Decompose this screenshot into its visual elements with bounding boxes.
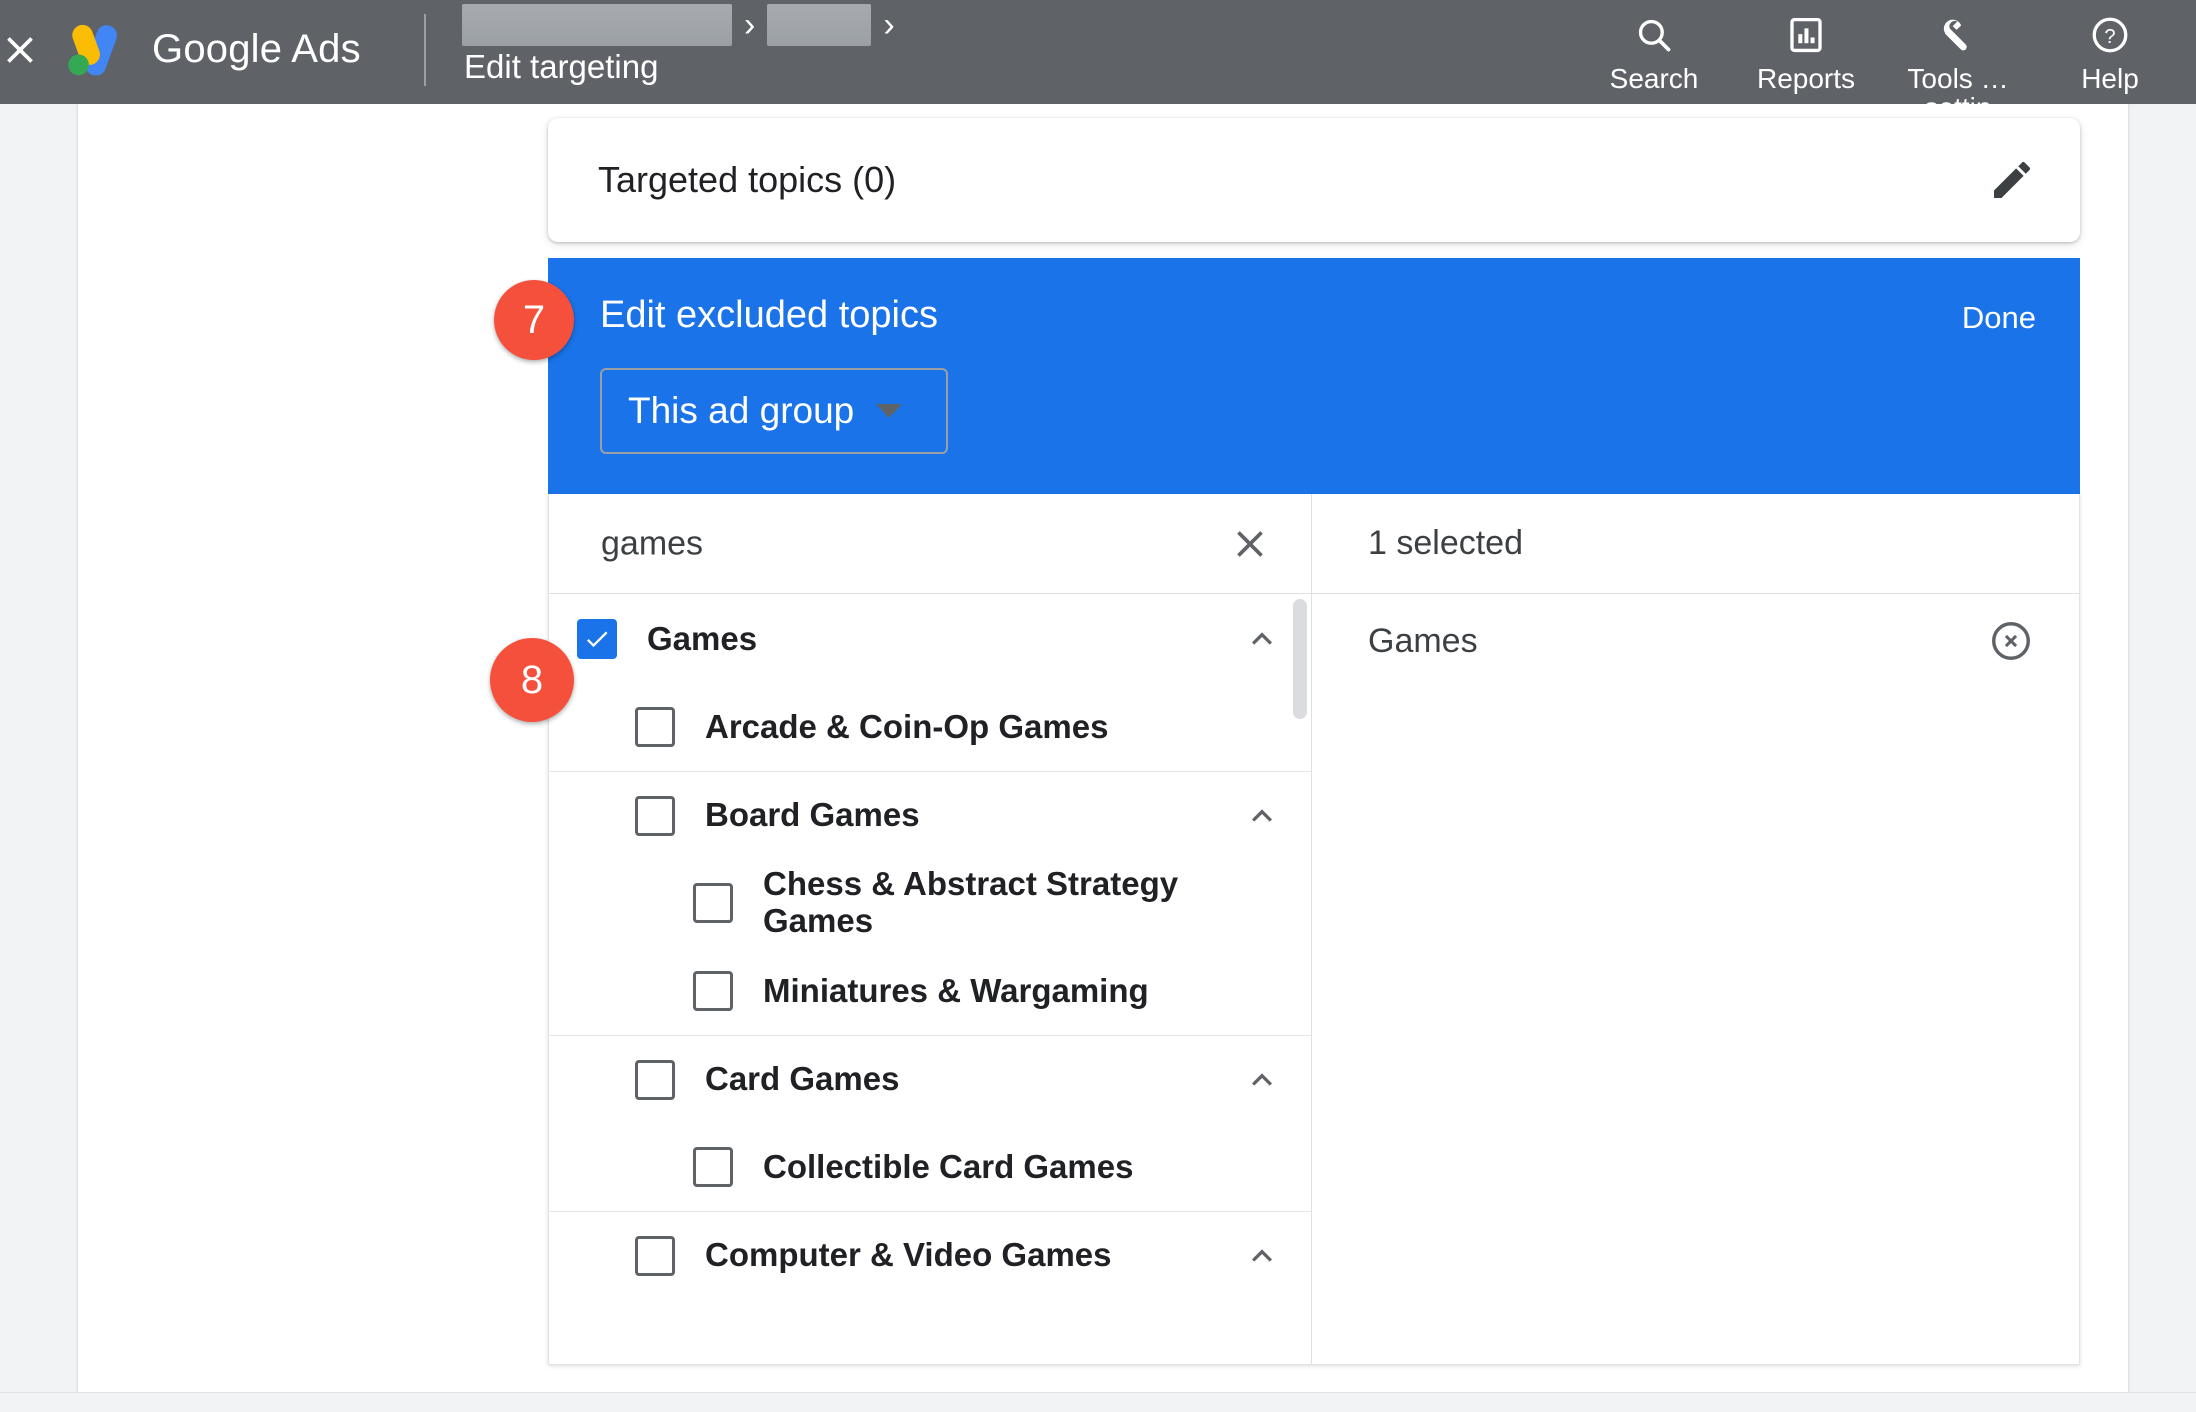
checkbox-icon[interactable]	[693, 971, 733, 1011]
brand-title: Google Ads	[152, 27, 361, 72]
tree-row-label: Computer & Video Games	[705, 1236, 1112, 1274]
selected-topics-list: Games	[1312, 595, 2079, 1365]
bottom-gutter	[0, 1392, 2196, 1412]
tools-wrench-icon	[1937, 12, 1979, 58]
chevron-up-icon[interactable]	[1239, 793, 1285, 839]
tree-row-collectible-card-games[interactable]: Collectible Card Games	[549, 1123, 1311, 1211]
search-input[interactable]: games	[601, 524, 703, 563]
targeted-topics-card: Targeted topics (0)	[548, 118, 2080, 242]
topic-tree: Games Arcade & Coin-Op Games Board Games	[549, 595, 1311, 1365]
tree-row-arcade-coin-op-games[interactable]: Arcade & Coin-Op Games	[549, 683, 1311, 771]
search-icon	[1633, 12, 1675, 58]
chevron-up-icon[interactable]	[1239, 1057, 1285, 1103]
breadcrumb-account-redacted[interactable]	[462, 4, 732, 46]
header-divider	[424, 14, 426, 86]
banner-title: Edit excluded topics	[600, 294, 938, 336]
tree-row-miniatures-wargaming[interactable]: Miniatures & Wargaming	[549, 947, 1311, 1035]
checkbox-checked-icon[interactable]	[577, 619, 617, 659]
breadcrumb-campaign-redacted[interactable]	[767, 4, 872, 46]
reports-bar-chart-icon	[1785, 12, 1827, 58]
pencil-edit-icon[interactable]	[1986, 154, 2038, 206]
edit-excluded-topics-banner: Edit excluded topics Done This ad group	[548, 258, 2080, 494]
targeted-topics-title: Targeted topics (0)	[598, 159, 897, 200]
header-action-label: Tools …	[1907, 63, 2009, 94]
breadcrumb-separator-1: ›	[744, 6, 756, 44]
checkbox-icon[interactable]	[635, 1059, 675, 1100]
brand-ads: Ads	[291, 27, 361, 71]
checkbox-icon[interactable]	[635, 1235, 675, 1276]
tree-row-games[interactable]: Games	[549, 595, 1311, 683]
list-item: Games	[1312, 595, 2079, 687]
scope-selector-label: This ad group	[628, 390, 855, 431]
tree-row-label: Arcade & Coin-Op Games	[705, 707, 1109, 745]
header-action-label-line2: settin	[1925, 93, 1992, 104]
tree-row-label: Board Games	[705, 796, 920, 834]
tree-row-label: Chess & Abstract Strategy Games	[763, 865, 1179, 939]
tree-row-label: Collectible Card Games	[763, 1147, 1134, 1185]
tree-row-label: Card Games	[705, 1060, 900, 1098]
checkbox-icon[interactable]	[635, 795, 675, 836]
google-ads-logo[interactable]	[60, 16, 126, 82]
header-actions: Search Reports Tools … ? Help	[1578, 6, 2186, 104]
header-action-label: Reports	[1756, 63, 1856, 94]
checkbox-icon[interactable]	[635, 707, 675, 747]
tree-scrollbar[interactable]	[1293, 599, 1307, 1359]
page-subtitle: Edit targeting	[464, 48, 659, 85]
brand-google: Google	[152, 27, 283, 71]
selected-topic-label: Games	[1368, 621, 1478, 660]
tree-row-label: Miniatures & Wargaming	[763, 971, 1149, 1009]
chevron-down-icon	[876, 404, 903, 418]
left-gutter	[0, 104, 78, 1412]
header-action-tools-and-settings[interactable]: Tools … settin	[1882, 6, 2034, 104]
topic-search-row[interactable]: games	[549, 494, 1311, 594]
scope-selector-dropdown[interactable]: This ad group	[600, 368, 948, 454]
tree-row-computer-video-games[interactable]: Computer & Video Games	[549, 1211, 1311, 1299]
checkbox-icon[interactable]	[693, 883, 733, 923]
chevron-up-icon[interactable]	[1239, 1233, 1285, 1279]
close-icon[interactable]	[0, 22, 48, 78]
app-header: Google Ads › › Edit targeting Search Rep…	[0, 0, 2196, 104]
help-question-icon: ?	[2089, 12, 2131, 58]
clear-search-icon[interactable]	[1223, 517, 1277, 571]
selected-count-header: 1 selected	[1312, 494, 2079, 594]
breadcrumb: › ›	[462, 4, 895, 46]
selected-count-label: 1 selected	[1368, 524, 1523, 562]
page-root: Google Ads › › Edit targeting Search Rep…	[0, 0, 2196, 1412]
breadcrumb-separator-2: ›	[883, 6, 895, 44]
tree-row-label: Games	[647, 619, 758, 657]
svg-text:?: ?	[2104, 26, 2115, 48]
header-action-help[interactable]: ? Help	[2034, 6, 2186, 93]
tree-row-chess-abstract-strategy-games[interactable]: Chess & Abstract Strategy Games	[549, 859, 1311, 947]
chevron-up-icon[interactable]	[1239, 616, 1285, 662]
topic-picker-panel: games 1 selected Games Arcade & Coin-Op …	[548, 494, 2080, 1365]
step-badge-8: 8	[490, 638, 574, 722]
header-action-reports[interactable]: Reports	[1730, 6, 1882, 93]
checkbox-icon[interactable]	[693, 1147, 733, 1187]
tree-row-board-games[interactable]: Board Games	[549, 771, 1311, 859]
header-action-search[interactable]: Search	[1578, 6, 1730, 93]
header-action-label: Search	[1609, 63, 1699, 94]
step-badge-7: 7	[494, 280, 574, 360]
header-action-label: Help	[2081, 63, 2139, 94]
tree-scrollbar-thumb[interactable]	[1293, 599, 1307, 719]
right-gutter	[2128, 104, 2196, 1412]
tree-row-card-games[interactable]: Card Games	[549, 1035, 1311, 1123]
done-button[interactable]: Done	[1962, 300, 2036, 336]
remove-circle-x-icon[interactable]	[1983, 613, 2039, 669]
